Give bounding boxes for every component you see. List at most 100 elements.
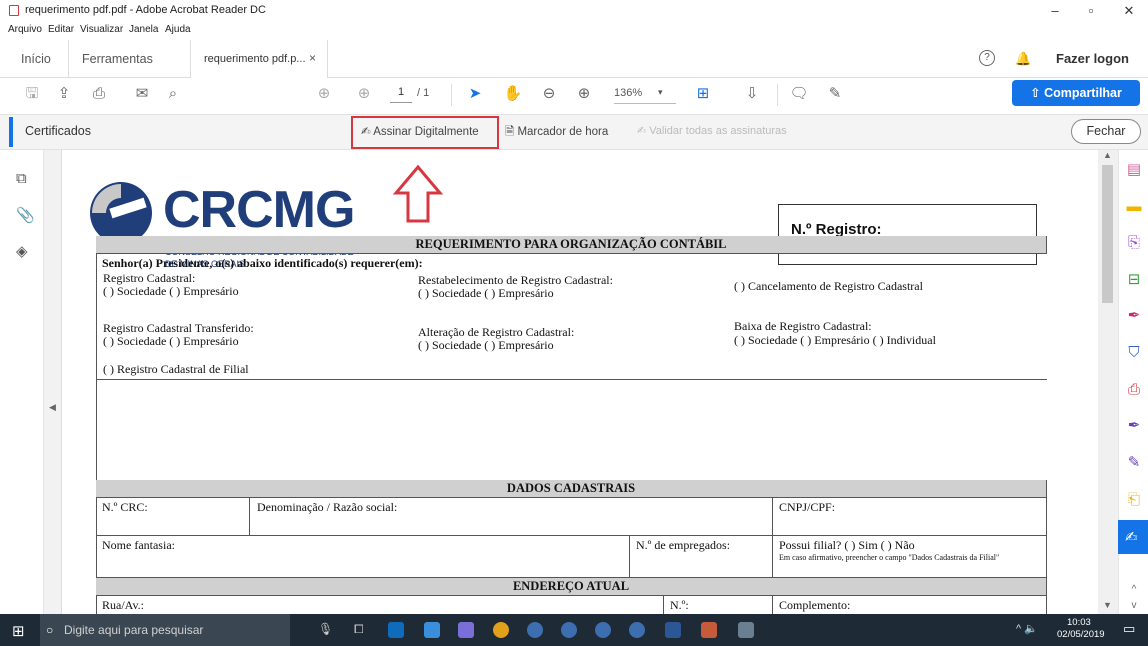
sign-digitally-label: Assinar Digitalmente xyxy=(373,126,479,138)
fill-form-icon[interactable]: ✎ xyxy=(1124,453,1144,473)
tab-tools[interactable]: Ferramentas xyxy=(82,52,153,66)
close-certificates-button[interactable]: Fechar xyxy=(1071,119,1141,144)
fit-page-icon[interactable]: ⊞ xyxy=(690,84,716,104)
taskbar-date[interactable]: 02/05/2019 xyxy=(1057,629,1105,640)
option-filial[interactable]: ( ) Registro Cadastral de Filial xyxy=(103,363,249,376)
zoom-select[interactable]: 136% ▾ xyxy=(614,87,676,104)
windows-start-icon[interactable]: ⊞ xyxy=(12,622,25,640)
scroll-mode-icon[interactable]: ⇩ xyxy=(740,84,764,104)
menu-editar[interactable]: Editar xyxy=(48,24,74,35)
next-page-icon[interactable]: ⊕ xyxy=(354,84,374,104)
option-cancelamento[interactable]: ( ) Cancelamento de Registro Cadastral xyxy=(734,280,923,293)
zoom-out-icon[interactable]: ⊖ xyxy=(539,84,559,104)
option-baixa-choices[interactable]: ( ) Sociedade ( ) Empresário ( ) Individ… xyxy=(734,334,936,347)
notification-bell-icon[interactable]: 🔔 xyxy=(1015,51,1031,67)
option-registro-choices[interactable]: ( ) Sociedade ( ) Empresário xyxy=(103,285,239,298)
tab-close-icon[interactable]: × xyxy=(309,51,316,65)
search-icon[interactable]: ⌕ xyxy=(163,84,183,104)
numero-cell[interactable]: N.º: xyxy=(664,596,773,614)
taskbar-search[interactable]: ○ Digite aqui para pesquisar xyxy=(40,614,290,646)
filial-cell[interactable]: Possui filial? ( ) Sim ( ) Não Em caso a… xyxy=(773,536,1047,578)
help-icon[interactable]: ? xyxy=(979,50,995,66)
rua-cell[interactable]: Rua/Av.: xyxy=(96,596,664,614)
menu-janela[interactable]: Janela xyxy=(129,24,158,35)
menu-visualizar[interactable]: Visualizar xyxy=(80,24,123,35)
maximize-button[interactable]: ▫ xyxy=(1076,2,1106,20)
scroll-up-icon[interactable]: ▲ xyxy=(1103,150,1112,160)
print-icon[interactable]: ⎙ xyxy=(88,84,110,104)
tab-home[interactable]: Início xyxy=(21,52,51,66)
app-taskbar-icon[interactable] xyxy=(561,622,577,638)
save-icon[interactable]: 🖫 xyxy=(22,84,42,104)
attachment-icon[interactable]: 📎 xyxy=(16,206,35,224)
create-pdf-icon[interactable]: ⎙ xyxy=(1124,380,1144,400)
cnpj-label: CNPJ/CPF: xyxy=(779,500,836,514)
page-thumbnails-icon[interactable]: ⧉ xyxy=(16,170,27,187)
menu-arquivo[interactable]: Arquivo xyxy=(8,24,42,35)
chrome-taskbar-icon[interactable] xyxy=(493,622,509,638)
minimize-button[interactable]: – xyxy=(1040,2,1070,20)
app-taskbar-icon[interactable] xyxy=(701,622,717,638)
option-alteracao-choices[interactable]: ( ) Sociedade ( ) Empresário xyxy=(418,339,554,352)
cortana-circle-icon: ○ xyxy=(46,623,54,637)
comment-tool-icon[interactable]: ▬ xyxy=(1124,197,1144,217)
page-number-input[interactable]: 1 xyxy=(390,86,412,103)
select-cursor-icon[interactable]: ➤ xyxy=(466,84,484,104)
app-taskbar-icon[interactable] xyxy=(629,622,645,638)
tools-scroll-down-icon[interactable]: v xyxy=(1124,596,1144,616)
highlight-pen-icon[interactable]: ✎ xyxy=(825,84,845,104)
stamp-tool-icon[interactable]: ⎗ xyxy=(1124,490,1144,510)
export-pdf-icon[interactable]: ⎘ xyxy=(1124,233,1144,253)
edit-pdf-icon[interactable]: ⊟ xyxy=(1124,270,1144,290)
layers-icon[interactable]: ◈ xyxy=(16,242,28,260)
denominacao-cell[interactable]: Denominação / Razão social: xyxy=(250,498,773,536)
action-center-icon[interactable]: ▭ xyxy=(1123,621,1135,637)
scrollbar-thumb[interactable] xyxy=(1102,165,1113,303)
protect-shield-icon[interactable]: ⛉ xyxy=(1124,343,1144,363)
request-signatures-icon[interactable]: ✒ xyxy=(1124,416,1144,436)
tab-document[interactable]: requerimento pdf.p... × xyxy=(190,40,328,78)
page-total: / 1 xyxy=(417,87,430,99)
crc-cell[interactable]: N.º CRC: xyxy=(96,498,250,536)
word-taskbar-icon[interactable] xyxy=(665,622,681,638)
left-panel-collapse[interactable]: ◀ xyxy=(44,150,62,614)
divider xyxy=(96,379,1047,380)
share-button[interactable]: ⇧ Compartilhar xyxy=(1012,80,1140,106)
menu-ajuda[interactable]: Ajuda xyxy=(165,24,191,35)
complemento-cell[interactable]: Complemento: xyxy=(773,596,1047,614)
hand-tool-icon[interactable]: ✋ xyxy=(503,84,523,104)
prev-page-icon[interactable]: ⊕ xyxy=(314,84,334,104)
file-explorer-taskbar-icon[interactable] xyxy=(424,622,440,638)
app-taskbar-icon[interactable] xyxy=(738,622,754,638)
app-taskbar-icon[interactable] xyxy=(527,622,543,638)
comment-icon[interactable]: 🗨 xyxy=(789,84,809,104)
app-taskbar-icon[interactable] xyxy=(458,622,474,638)
fill-sign-icon[interactable]: ✒ xyxy=(1124,306,1144,326)
task-view-icon[interactable]: ⧠ xyxy=(354,622,364,637)
fantasia-cell[interactable]: Nome fantasia: xyxy=(96,536,630,578)
organize-pages-icon[interactable]: ▤ xyxy=(1124,160,1144,180)
fantasia-label: Nome fantasia: xyxy=(102,538,175,552)
zoom-in-icon[interactable]: ⊕ xyxy=(574,84,594,104)
validate-signatures-button[interactable]: ✍ Validar todas as assinaturas xyxy=(637,124,787,137)
email-icon[interactable]: ✉ xyxy=(132,84,152,104)
taskbar-time[interactable]: 10:03 xyxy=(1067,617,1091,628)
tab-divider xyxy=(68,40,69,78)
sign-digitally-button[interactable]: ✍ Assinar Digitalmente xyxy=(351,116,499,149)
upload-cloud-icon[interactable]: ⇪ xyxy=(54,84,74,104)
outlook-taskbar-icon[interactable] xyxy=(388,622,404,638)
option-restabelecimento-choices[interactable]: ( ) Sociedade ( ) Empresário xyxy=(418,287,554,300)
close-window-button[interactable]: ✕ xyxy=(1114,2,1144,20)
option-transferido-choices[interactable]: ( ) Sociedade ( ) Empresário xyxy=(103,335,239,348)
collapse-arrow-icon[interactable]: ◀ xyxy=(49,402,56,413)
app-taskbar-icon[interactable] xyxy=(595,622,611,638)
document-viewport[interactable]: CRCMG CONSELHO REGIONAL DE CONTABILIDADE… xyxy=(62,150,1098,614)
certificates-tool-active[interactable]: ✍ xyxy=(1118,520,1148,554)
login-link[interactable]: Fazer logon xyxy=(1056,51,1129,66)
system-tray-icons[interactable]: ^ 🔈 xyxy=(1016,622,1038,635)
empregados-cell[interactable]: N.º de empregados: xyxy=(630,536,773,578)
microphone-icon[interactable]: 🎙 xyxy=(318,622,333,636)
timestamp-button[interactable]: 🗎 Marcador de hora xyxy=(505,124,608,143)
scroll-down-icon[interactable]: ▼ xyxy=(1103,600,1112,610)
cnpj-cell[interactable]: CNPJ/CPF: xyxy=(773,498,1047,536)
